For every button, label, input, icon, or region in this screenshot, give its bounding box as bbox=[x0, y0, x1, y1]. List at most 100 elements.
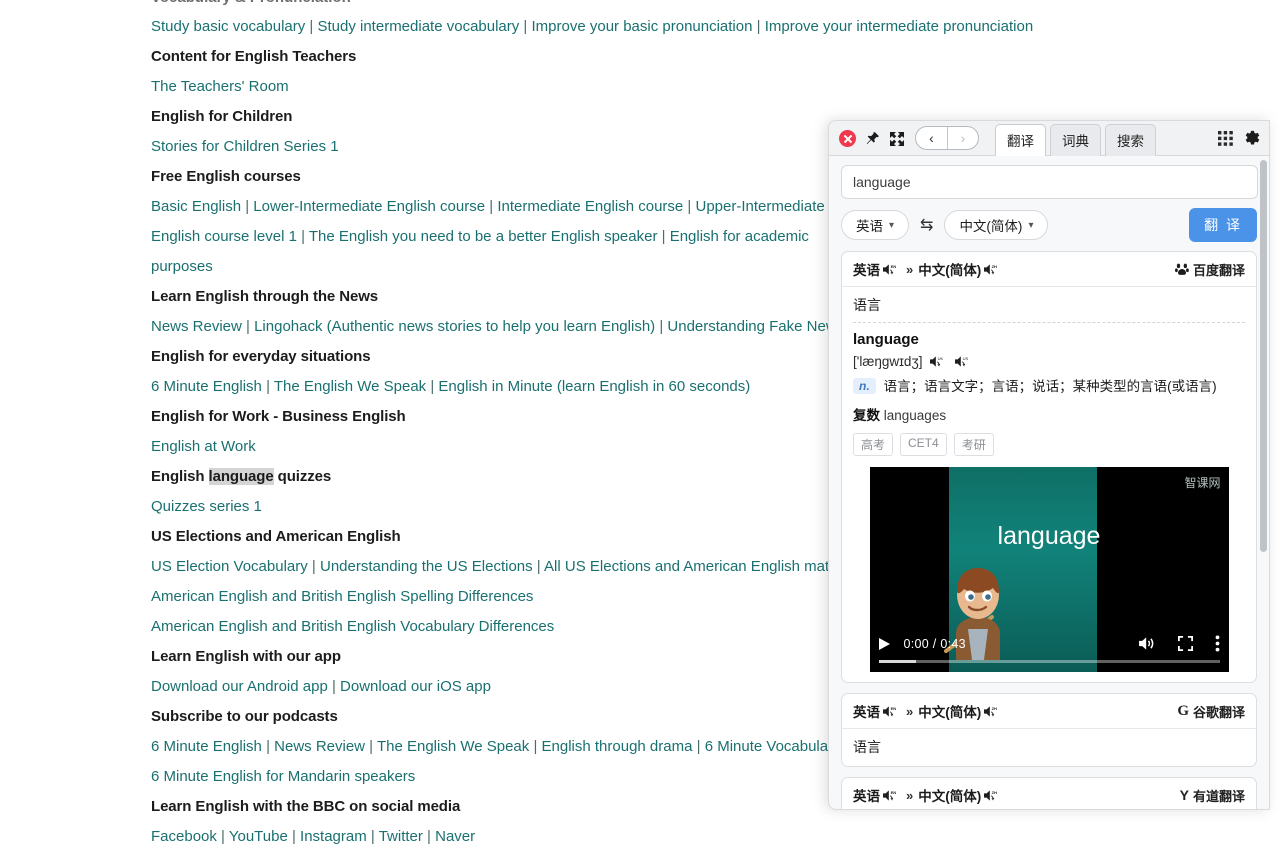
svg-text:EN: EN bbox=[891, 706, 897, 711]
page-link[interactable]: Understanding Fake News bbox=[667, 318, 844, 335]
page-link[interactable]: Improve your basic pronunciation bbox=[532, 18, 753, 35]
forward-button[interactable]: › bbox=[947, 127, 978, 149]
word-video-player[interactable]: 智课网language0:00 / 0:43 bbox=[870, 467, 1229, 672]
pin-icon[interactable] bbox=[865, 131, 880, 146]
video-word-text: language bbox=[870, 522, 1229, 551]
speaker-icon[interactable]: UK bbox=[930, 355, 945, 368]
result-target-lang: 中文(简体) bbox=[918, 259, 981, 279]
page-link[interactable]: Study intermediate vocabulary bbox=[317, 18, 519, 35]
page-link-row: Study basic vocabulary | Study intermedi… bbox=[151, 12, 1280, 42]
page-link[interactable]: US Election Vocabulary bbox=[151, 558, 312, 575]
page-link[interactable]: The English We Speak bbox=[274, 378, 426, 395]
page-link[interactable]: YouTube bbox=[229, 828, 288, 845]
page-link-row: Facebook | YouTube | Instagram | Twitter… bbox=[151, 822, 1280, 852]
page-link[interactable]: English in Minute (learn English in 60 s… bbox=[438, 378, 750, 395]
speaker-icon[interactable]: ZH bbox=[984, 705, 999, 718]
machine-translation: 语言 bbox=[853, 293, 1245, 315]
svg-text:ZH: ZH bbox=[992, 706, 997, 711]
expand-icon[interactable] bbox=[889, 131, 905, 147]
translation-result-card: 英语EN»中文(简体)ZH百度翻译语言language['læŋgwɪdʒ]UK… bbox=[841, 251, 1257, 683]
target-language-select[interactable]: 中文(简体) ▾ bbox=[944, 210, 1048, 240]
tab-0[interactable]: 翻译 bbox=[995, 124, 1046, 156]
dictionary-block: 语言language['læŋgwɪdʒ]UKUSn.语言；语言文字；言语；说话… bbox=[842, 287, 1256, 682]
page-link[interactable]: 6 Minute English bbox=[151, 378, 262, 395]
volume-icon[interactable] bbox=[1139, 636, 1156, 651]
tab-1[interactable]: 词典 bbox=[1050, 124, 1101, 156]
machine-translation: 语言 bbox=[842, 729, 1256, 766]
direction-arrow-icon: » bbox=[906, 704, 913, 719]
page-link[interactable]: Quizzes series 1 bbox=[151, 498, 262, 515]
page-link[interactable]: The English you need to be a better Engl… bbox=[309, 228, 658, 245]
page-link[interactable]: Facebook bbox=[151, 828, 217, 845]
page-link[interactable]: English through drama bbox=[542, 738, 693, 755]
meaning-text: 语言；语言文字；言语；说话；某种类型的言语(或语言) bbox=[884, 378, 1217, 396]
back-button[interactable]: ‹ bbox=[916, 127, 947, 149]
page-link[interactable]: 6 Minute Vocabulary bbox=[705, 738, 841, 755]
provider-name: 谷歌翻译 bbox=[1193, 702, 1245, 721]
page-link[interactable]: The English We Speak bbox=[377, 738, 529, 755]
page-link[interactable]: English at Work bbox=[151, 438, 256, 455]
speaker-icon[interactable]: EN bbox=[883, 705, 898, 718]
settings-gear-icon[interactable] bbox=[1244, 130, 1261, 147]
fullscreen-icon[interactable] bbox=[1178, 636, 1193, 651]
provider-badge: G谷歌翻译 bbox=[1177, 702, 1245, 721]
plural-label: 复数 bbox=[853, 408, 880, 423]
page-link[interactable]: Download our Android app bbox=[151, 678, 328, 695]
result-card-header: 英语EN»中文(简体)ZH百度翻译 bbox=[842, 252, 1256, 287]
page-link[interactable]: 6 Minute English for Mandarin speakers bbox=[151, 768, 415, 785]
plural-value: languages bbox=[884, 408, 946, 423]
speaker-icon[interactable]: ZH bbox=[984, 263, 999, 276]
more-options-icon[interactable] bbox=[1215, 635, 1220, 652]
video-controls[interactable]: 0:00 / 0:43 bbox=[870, 635, 1229, 652]
video-progress-bar[interactable] bbox=[879, 660, 1220, 663]
page-link[interactable]: Naver bbox=[435, 828, 475, 845]
apps-grid-icon[interactable] bbox=[1218, 131, 1233, 146]
page-link[interactable]: News Review bbox=[151, 318, 242, 335]
nav-buttons[interactable]: ‹ › bbox=[915, 126, 979, 150]
provider-badge: Y有道翻译 bbox=[1180, 786, 1245, 805]
page-link[interactable]: Download our iOS app bbox=[340, 678, 491, 695]
page-link[interactable]: American English and British English Voc… bbox=[151, 618, 554, 635]
provider-name: 百度翻译 bbox=[1193, 260, 1245, 279]
translate-button[interactable]: 翻 译 bbox=[1189, 208, 1257, 242]
svg-text:EN: EN bbox=[891, 264, 897, 269]
page-link[interactable]: Lingohack (Authentic news stories to hel… bbox=[254, 318, 655, 335]
page-link[interactable]: American English and British English Spe… bbox=[151, 588, 533, 605]
tab-2[interactable]: 搜索 bbox=[1105, 124, 1156, 156]
popup-tabs: 翻译词典搜索 bbox=[995, 123, 1160, 155]
provider-badge: 百度翻译 bbox=[1175, 260, 1245, 279]
plural-row: 复数 languages bbox=[853, 404, 1245, 424]
page-link[interactable]: Stories for Children Series 1 bbox=[151, 138, 339, 155]
popup-scrollbar[interactable] bbox=[1260, 160, 1267, 552]
page-link[interactable]: Lower-Intermediate English course bbox=[253, 198, 485, 215]
page-link[interactable]: Study basic vocabulary bbox=[151, 18, 305, 35]
page-link[interactable]: Intermediate English course bbox=[497, 198, 683, 215]
search-input[interactable]: language bbox=[841, 165, 1258, 199]
close-icon[interactable] bbox=[839, 130, 856, 147]
page-link[interactable]: News Review bbox=[274, 738, 365, 755]
meaning-row: n.语言；语言文字；言语；说话；某种类型的言语(或语言) bbox=[853, 378, 1245, 396]
page-link-row: Basic English | Lower-Intermediate Engli… bbox=[151, 192, 851, 282]
result-target-lang: 中文(简体) bbox=[918, 785, 981, 805]
page-link[interactable]: Basic English bbox=[151, 198, 241, 215]
speaker-icon[interactable]: US bbox=[955, 355, 970, 368]
swap-languages-icon[interactable]: ⇆ bbox=[920, 215, 933, 235]
page-link[interactable]: All US Elections and American English ma… bbox=[544, 558, 857, 575]
exam-tag: 高考 bbox=[853, 433, 893, 456]
source-language-label: 英语 bbox=[856, 215, 883, 235]
page-link[interactable]: Twitter bbox=[379, 828, 423, 845]
speaker-icon[interactable]: EN bbox=[883, 263, 898, 276]
page-link[interactable]: The Teachers' Room bbox=[151, 78, 289, 95]
page-link[interactable]: Improve your intermediate pronunciation bbox=[765, 18, 1033, 35]
page-link[interactable]: Instagram bbox=[300, 828, 367, 845]
language-bar: 英语 ▾ ⇆ 中文(简体) ▾ 翻 译 bbox=[841, 209, 1257, 241]
translation-result-card: 英语EN»中文(简体)ZHY有道翻译语言 bbox=[841, 777, 1257, 810]
cut-off-heading: Vocabulary & Pronunciation bbox=[151, 0, 1280, 12]
page-link[interactable]: Understanding the US Elections bbox=[320, 558, 537, 575]
selected-text: language bbox=[209, 468, 274, 485]
page-link[interactable]: 6 Minute English bbox=[151, 738, 262, 755]
source-language-select[interactable]: 英语 ▾ bbox=[841, 210, 909, 240]
page-link-row: The Teachers' Room bbox=[151, 72, 1280, 102]
popup-toolbar: ‹ › 翻译词典搜索 bbox=[829, 121, 1269, 156]
play-icon[interactable] bbox=[879, 638, 890, 650]
